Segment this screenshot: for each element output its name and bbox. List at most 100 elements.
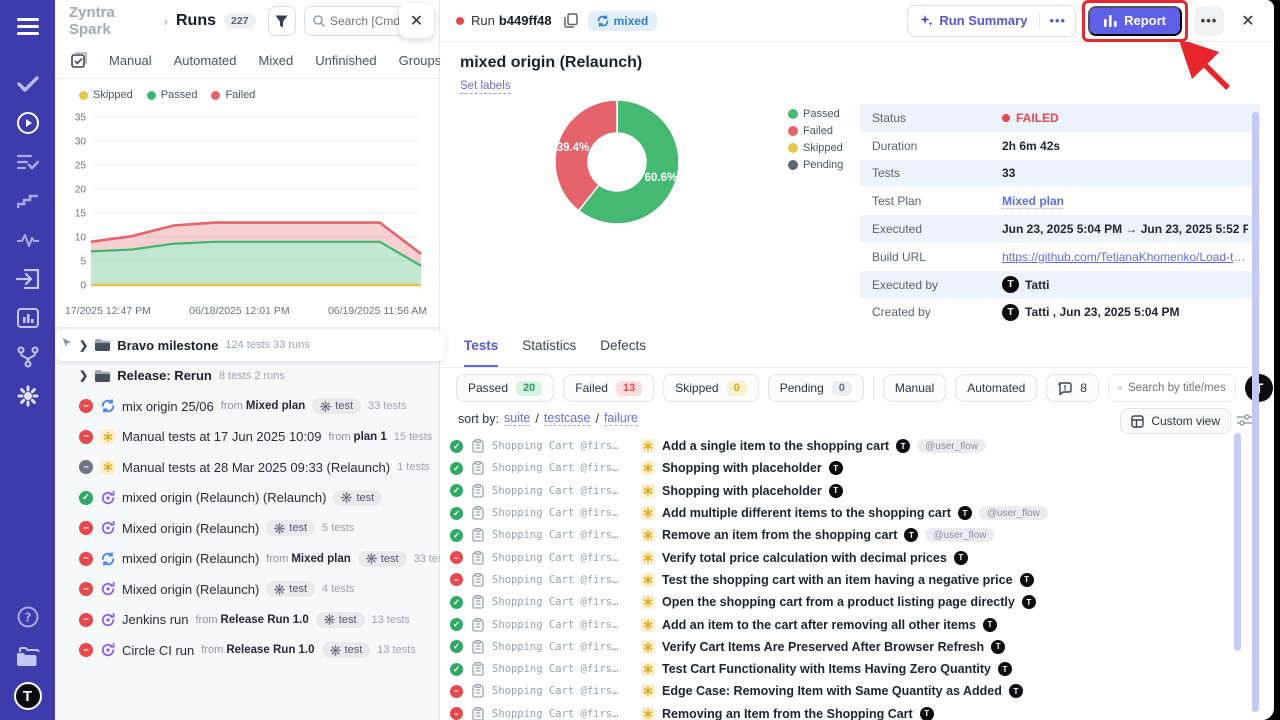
breadcrumb-project[interactable]: Zyntra Spark xyxy=(69,4,156,38)
view-settings-icon[interactable] xyxy=(1237,413,1252,427)
legend-item[interactable]: Skipped xyxy=(79,89,133,101)
tab-manual[interactable]: Manual xyxy=(109,53,152,68)
sort-option-failure[interactable]: failure xyxy=(604,411,638,426)
detail-tab-defects[interactable]: Defects xyxy=(600,338,646,367)
projects-folder-icon[interactable] xyxy=(15,643,41,669)
milestones-steps-icon[interactable] xyxy=(15,188,41,214)
filter-automated[interactable]: Automated xyxy=(955,374,1037,402)
tab-groups[interactable]: Groups xyxy=(399,53,442,68)
test-title[interactable]: Shopping with placeholder xyxy=(662,484,822,498)
test-row[interactable]: ✓Shopping Cart @firs…Verify Cart Items A… xyxy=(450,636,1244,658)
test-title[interactable]: Add multiple different items to the shop… xyxy=(662,506,951,520)
test-row[interactable]: ✓Shopping Cart @firs…Add an item to the … xyxy=(450,613,1244,635)
test-row[interactable]: −Shopping Cart @firs…Test the shopping c… xyxy=(450,569,1244,591)
chevron-right-icon[interactable]: ❯ xyxy=(79,369,88,382)
donut-legend-item[interactable]: Failed xyxy=(788,125,843,137)
tab-unfinished[interactable]: Unfinished xyxy=(315,53,376,68)
test-row[interactable]: ✓Shopping Cart @firs…Shopping with place… xyxy=(450,457,1244,479)
plans-list-icon[interactable] xyxy=(15,149,41,175)
test-row[interactable]: −Shopping Cart @firs…Edge Case: Removing… xyxy=(450,680,1244,702)
tests-scrollbar[interactable] xyxy=(1234,433,1241,651)
tab-mixed[interactable]: Mixed xyxy=(259,53,294,68)
chevron-right-icon[interactable]: ❯ xyxy=(79,339,88,352)
filter-manual[interactable]: Manual xyxy=(883,374,946,402)
help-icon[interactable]: ? xyxy=(15,604,41,630)
sort-option-testcase[interactable]: testcase xyxy=(544,411,591,426)
test-row[interactable]: ✓Shopping Cart @firs…Test Cart Functiona… xyxy=(450,658,1244,680)
test-row[interactable]: ✓Shopping Cart @firs…Remove an item from… xyxy=(450,524,1244,546)
donut-legend-item[interactable]: Pending xyxy=(788,159,843,171)
run-list-item[interactable]: −Manual tests at 17 Jun 2025 10:09from p… xyxy=(55,422,439,453)
legend-item[interactable]: Passed xyxy=(147,89,198,101)
test-row[interactable]: −Shopping Cart @firs…Verify total price … xyxy=(450,546,1244,568)
copy-run-id-button[interactable] xyxy=(564,13,578,28)
pulse-icon[interactable] xyxy=(15,227,41,253)
legend-item[interactable]: Failed xyxy=(211,89,255,101)
set-labels-link[interactable]: Set labels xyxy=(460,80,511,94)
close-run-button[interactable]: ✕ xyxy=(1234,7,1262,35)
filter-skipped[interactable]: Skipped0 xyxy=(663,374,759,402)
test-row[interactable]: ✓Shopping Cart @firs…Add multiple differ… xyxy=(450,502,1244,524)
test-title[interactable]: Shopping with placeholder xyxy=(662,461,822,475)
menu-icon[interactable] xyxy=(15,14,41,40)
run-list-item[interactable]: ✓mixed origin (Relaunch) (Relaunch) test xyxy=(55,483,439,514)
detail-tab-statistics[interactable]: Statistics xyxy=(522,338,576,367)
run-list-item[interactable]: −Manual tests at 28 Mar 2025 09:33 (Rela… xyxy=(55,452,439,483)
tests-check-icon[interactable] xyxy=(15,71,41,97)
test-row[interactable]: ✓Shopping Cart @firs…Open the shopping c… xyxy=(450,591,1244,613)
test-title[interactable]: Add an item to the cart after removing a… xyxy=(662,618,976,632)
breadcrumb-separator: › xyxy=(164,14,168,29)
panel-scrollbar[interactable] xyxy=(1252,112,1259,712)
detail-tab-tests[interactable]: Tests xyxy=(464,338,498,367)
run-summary-more-button[interactable]: ••• xyxy=(1039,13,1075,28)
import-icon[interactable] xyxy=(15,266,41,292)
report-button[interactable]: Report xyxy=(1088,6,1182,36)
select-all-icon[interactable] xyxy=(71,52,87,69)
donut-legend-item[interactable]: Passed xyxy=(788,108,843,120)
build-url-link[interactable]: https://github.com/TetianaKhomenko/Load-… xyxy=(1002,250,1247,264)
passed-status-icon: ✓ xyxy=(450,529,463,542)
run-list-item[interactable]: ❯Release: Rerun8 tests 2 runs xyxy=(55,361,439,392)
run-list-item[interactable]: −Jenkins runfrom Release Run 1.0 test13 … xyxy=(55,605,439,636)
runs-play-icon[interactable] xyxy=(15,110,41,136)
tests-search[interactable] xyxy=(1108,374,1236,402)
branches-icon[interactable] xyxy=(15,344,41,370)
test-title[interactable]: Test the shopping cart with an item havi… xyxy=(662,573,1013,587)
custom-view-button[interactable]: Custom view xyxy=(1120,408,1231,434)
panel-close-button[interactable]: ✕ xyxy=(399,3,434,38)
clipboard-icon xyxy=(472,484,484,498)
filter-passed[interactable]: Passed20 xyxy=(456,374,554,402)
test-row[interactable]: ✓Shopping Cart @firs…Add a single item t… xyxy=(450,435,1244,457)
donut-legend-item[interactable]: Skipped xyxy=(788,142,843,154)
test-title[interactable]: Verify total price calculation with deci… xyxy=(662,551,947,565)
test-title[interactable]: Remove an item from the shopping cart xyxy=(662,528,897,542)
filter-button[interactable] xyxy=(268,6,296,36)
run-list-item[interactable]: ❯Bravo milestone124 tests 33 runs xyxy=(55,330,445,361)
test-title[interactable]: Add a single item to the shopping cart xyxy=(662,439,889,453)
test-title[interactable]: Edge Case: Removing Item with Same Quant… xyxy=(662,684,1002,698)
run-summary-button[interactable]: Run Summary xyxy=(908,13,1039,28)
test-title[interactable]: Open the shopping cart from a product li… xyxy=(662,595,1015,609)
test-row[interactable]: −Shopping Cart @firs…Removing an Item fr… xyxy=(450,703,1244,720)
run-name: Jenkins run xyxy=(122,612,188,627)
tab-automated[interactable]: Automated xyxy=(174,53,237,68)
test-title[interactable]: Verify Cart Items Are Preserved After Br… xyxy=(662,640,984,654)
run-list-item[interactable]: −mix origin 25/06from Mixed plan test33 … xyxy=(55,391,439,422)
profile-avatar[interactable]: T xyxy=(14,682,42,710)
filter-failed[interactable]: Failed13 xyxy=(563,374,654,402)
run-list-item[interactable]: −Mixed origin (Relaunch) test4 tests xyxy=(55,574,439,605)
test-plan-link[interactable]: Mixed plan xyxy=(1002,194,1064,209)
sort-option-suite[interactable]: suite xyxy=(504,411,530,426)
test-title[interactable]: Removing an Item from the Shopping Cart xyxy=(662,707,913,720)
filter-pending[interactable]: Pending0 xyxy=(768,374,864,402)
settings-gear-icon[interactable] xyxy=(15,383,41,409)
tests-search-input[interactable] xyxy=(1128,382,1226,394)
test-title[interactable]: Test Cart Functionality with Items Havin… xyxy=(662,662,991,676)
more-actions-button[interactable]: ••• xyxy=(1194,6,1224,36)
run-list-item[interactable]: −mixed origin (Relaunch)from Mixed plan … xyxy=(55,544,439,575)
run-list-item[interactable]: −Circle CI runfrom Release Run 1.0 test1… xyxy=(55,635,439,666)
run-list-item[interactable]: −Mixed origin (Relaunch) test5 tests xyxy=(55,513,439,544)
analytics-icon[interactable] xyxy=(15,305,41,331)
test-row[interactable]: ✓Shopping Cart @firs…Shopping with place… xyxy=(450,480,1244,502)
comments-filter-button[interactable]: 8 xyxy=(1046,374,1099,402)
